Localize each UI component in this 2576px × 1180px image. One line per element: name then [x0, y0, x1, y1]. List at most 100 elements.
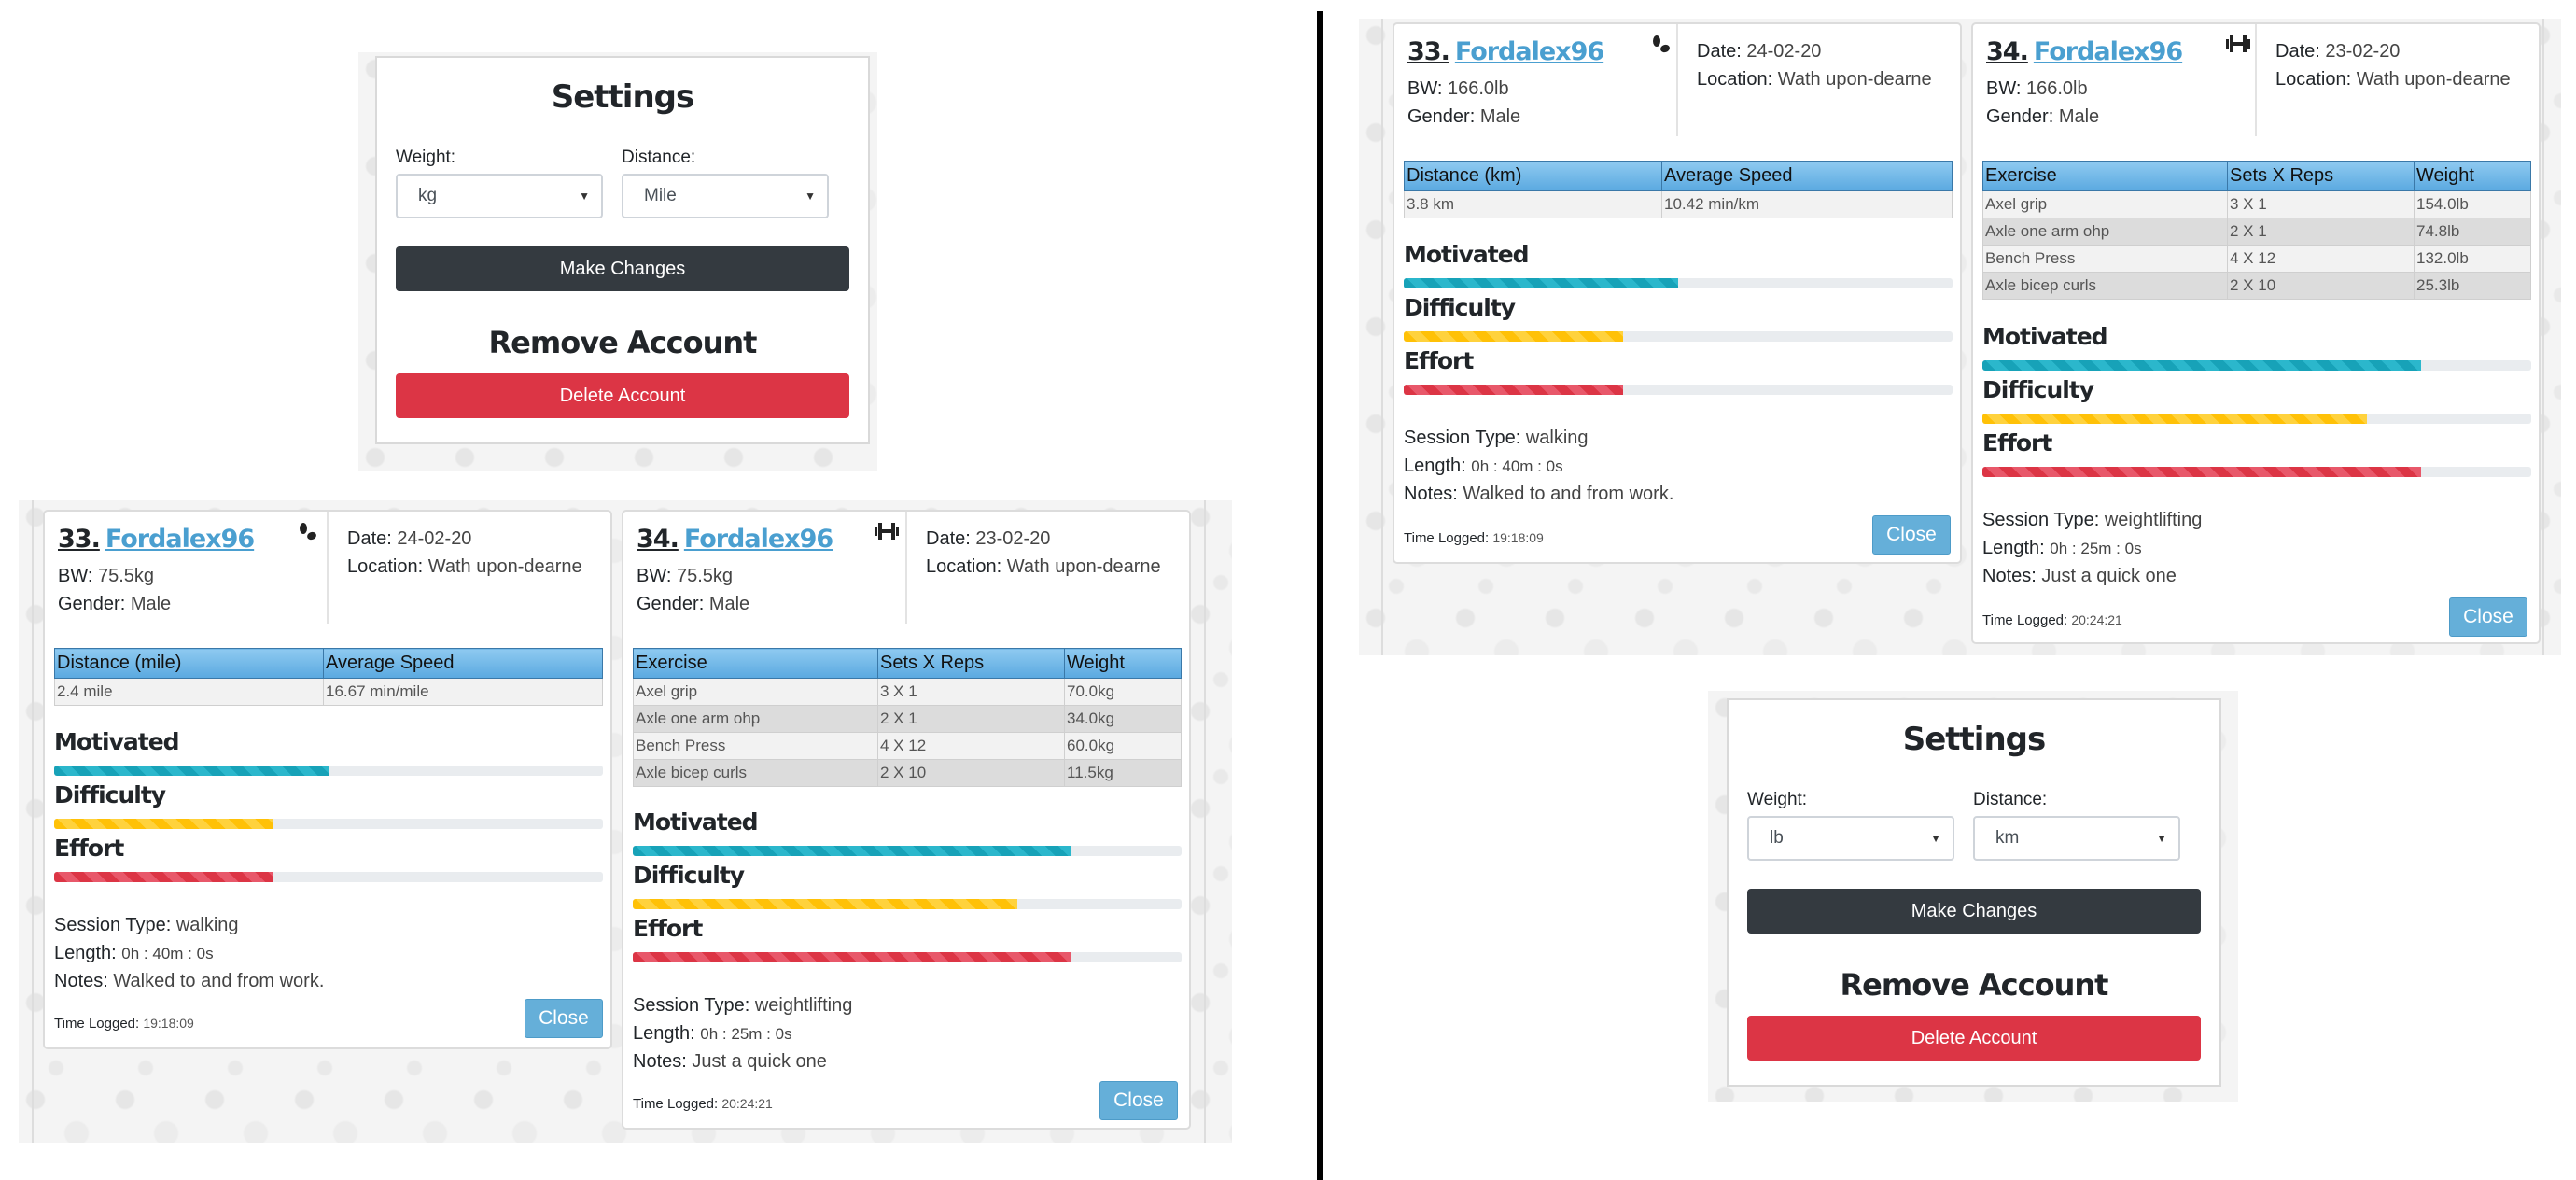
- settings-title: Settings: [551, 78, 695, 116]
- session-notes: Notes: Walked to and from work.: [1404, 484, 1674, 504]
- username-link[interactable]: Fordalex96: [684, 525, 833, 554]
- time-logged: Time Logged: 20:24:21: [633, 1096, 773, 1112]
- table-row: Axle bicep curls 2 X 10 25.3lb: [1982, 272, 2531, 300]
- make-changes-button[interactable]: Make Changes: [396, 246, 849, 291]
- rating-bars: Motivated Difficulty Effort: [1404, 239, 1953, 399]
- motivated-label: Motivated: [1404, 241, 1530, 268]
- time-logged: Time Logged: 19:18:09: [1404, 530, 1544, 546]
- difficulty-bar: [1404, 331, 1953, 342]
- table-row: Axle one arm ohp 2 X 1 74.8lb: [1982, 218, 2531, 246]
- delete-account-button[interactable]: Delete Account: [1747, 1016, 2201, 1061]
- session-type: Session Type: walking: [1404, 428, 1589, 448]
- weight-select[interactable]: lb ▼: [1747, 816, 1954, 861]
- bodyweight: BW: 75.5kg: [58, 566, 155, 586]
- session-length: Length: 0h : 25m : 0s: [1982, 538, 2142, 558]
- weight-select[interactable]: kg ▼: [396, 174, 603, 218]
- motivated-bar: [1404, 278, 1953, 288]
- log-location: Location: Wath upon-dearne: [2275, 69, 2511, 90]
- close-button[interactable]: Close: [1099, 1081, 1178, 1120]
- gender: Gender: Male: [1407, 106, 1521, 127]
- chevron-down-icon: ▼: [579, 190, 590, 203]
- difficulty-label: Difficulty: [1982, 376, 2094, 403]
- column-header: Weight: [1064, 648, 1182, 679]
- session-type: Session Type: weightlifting: [1982, 510, 2203, 530]
- delete-account-button[interactable]: Delete Account: [396, 373, 849, 418]
- divider-line: [1317, 11, 1323, 1180]
- rating-bars: Motivated Difficulty Effort: [1982, 321, 2531, 481]
- session-type: Session Type: walking: [54, 915, 239, 935]
- difficulty-bar: [54, 819, 603, 829]
- dumbbell-icon: [874, 521, 900, 547]
- username-link[interactable]: Fordalex96: [1455, 37, 1604, 66]
- log-title: 34. Fordalex96: [1986, 37, 2183, 66]
- settings-card: Settings Weight: lb ▼ Distance: km ▼ Make …: [1727, 698, 2221, 1087]
- table-row: Axle bicep curls 2 X 10 11.5kg: [633, 759, 1182, 787]
- close-button[interactable]: Close: [525, 999, 603, 1038]
- log-date: Date: 24-02-20: [347, 528, 472, 549]
- chevron-down-icon: ▼: [1930, 832, 1941, 845]
- difficulty-bar: [633, 899, 1182, 909]
- difficulty-label: Difficulty: [1404, 294, 1516, 321]
- effort-label: Effort: [1404, 347, 1474, 374]
- table-row: Axle one arm ohp 2 X 1 34.0kg: [633, 705, 1182, 733]
- effort-bar: [1404, 385, 1953, 395]
- gender: Gender: Male: [637, 594, 750, 614]
- column-header: Sets X Reps: [877, 648, 1065, 679]
- column-header: Weight: [2414, 161, 2531, 191]
- dumbbell-icon: [2225, 34, 2251, 60]
- rating-bars: Motivated Difficulty Effort: [54, 726, 603, 886]
- effort-label: Effort: [54, 835, 124, 862]
- remove-account-title: Remove Account: [1840, 967, 2109, 1003]
- close-button[interactable]: Close: [1872, 515, 1951, 555]
- column-header: Exercise: [633, 648, 878, 679]
- distance-select[interactable]: km ▼: [1973, 816, 2180, 861]
- log-location: Location: Wath upon-dearne: [347, 556, 582, 577]
- table-row: Axel grip 3 X 1 154.0lb: [1982, 190, 2531, 218]
- log-location: Location: Wath upon-dearne: [1697, 69, 1932, 90]
- weight-label: Weight:: [1747, 790, 1808, 809]
- log-location: Location: Wath upon-dearne: [926, 556, 1161, 577]
- effort-bar: [54, 872, 603, 882]
- exercise-table: Exercise Sets X Reps Weight Axel grip 3 X 1…: [633, 648, 1182, 787]
- session-type: Session Type: weightlifting: [633, 995, 853, 1016]
- table-row: Bench Press 4 X 12 132.0lb: [1982, 245, 2531, 273]
- settings-card: Settings Weight: kg ▼ Distance: Mile ▼ Mak…: [375, 56, 870, 444]
- effort-label: Effort: [1982, 429, 2052, 457]
- close-button[interactable]: Close: [2449, 597, 2527, 637]
- settings-title: Settings: [1902, 721, 2047, 758]
- column-header: Sets X Reps: [2227, 161, 2415, 191]
- footprints-icon: [1648, 34, 1673, 63]
- effort-bar: [633, 952, 1182, 962]
- motivated-bar: [1982, 360, 2531, 371]
- column-header: Distance (km): [1404, 161, 1662, 191]
- distance-table: Distance (km) Average Speed 3.8 km 10.42 m…: [1404, 161, 1953, 218]
- time-logged: Time Logged: 19:18:09: [54, 1016, 194, 1032]
- column-header: Average Speed: [323, 648, 603, 679]
- chevron-down-icon: ▼: [2156, 832, 2167, 845]
- difficulty-label: Difficulty: [633, 862, 745, 889]
- session-notes: Notes: Walked to and from work.: [54, 971, 325, 991]
- exercise-table: Exercise Sets X Reps Weight Axel grip 3 X 1…: [1982, 161, 2531, 300]
- time-logged: Time Logged: 20:24:21: [1982, 612, 2122, 628]
- table-row: 3.8 km 10.42 min/km: [1404, 190, 1953, 218]
- username-link[interactable]: Fordalex96: [105, 525, 255, 554]
- session-summary: Session Type: weightlifting Length: 0h :…: [1982, 506, 2202, 590]
- username-link[interactable]: Fordalex96: [2034, 37, 2183, 66]
- session-notes: Notes: Just a quick one: [1982, 566, 2177, 586]
- effort-bar: [1982, 467, 2531, 477]
- rating-bars: Motivated Difficulty Effort: [633, 807, 1182, 966]
- log-date: Date: 24-02-20: [1697, 41, 1822, 62]
- table-row: Bench Press 4 X 12 60.0kg: [633, 732, 1182, 760]
- session-length: Length: 0h : 25m : 0s: [633, 1023, 792, 1044]
- session-length: Length: 0h : 40m : 0s: [1404, 456, 1563, 476]
- distance-label: Distance:: [622, 148, 696, 167]
- make-changes-button[interactable]: Make Changes: [1747, 889, 2201, 934]
- table-row: 2.4 mile 16.67 min/mile: [54, 678, 603, 706]
- difficulty-bar: [1982, 414, 2531, 424]
- table-row: Axel grip 3 X 1 70.0kg: [633, 678, 1182, 706]
- session-notes: Notes: Just a quick one: [633, 1051, 827, 1072]
- motivated-bar: [54, 766, 603, 776]
- distance-select[interactable]: Mile ▼: [622, 174, 829, 218]
- distance-table: Distance (mile) Average Speed 2.4 mile 16.…: [54, 648, 603, 706]
- footprints-icon: [295, 521, 319, 551]
